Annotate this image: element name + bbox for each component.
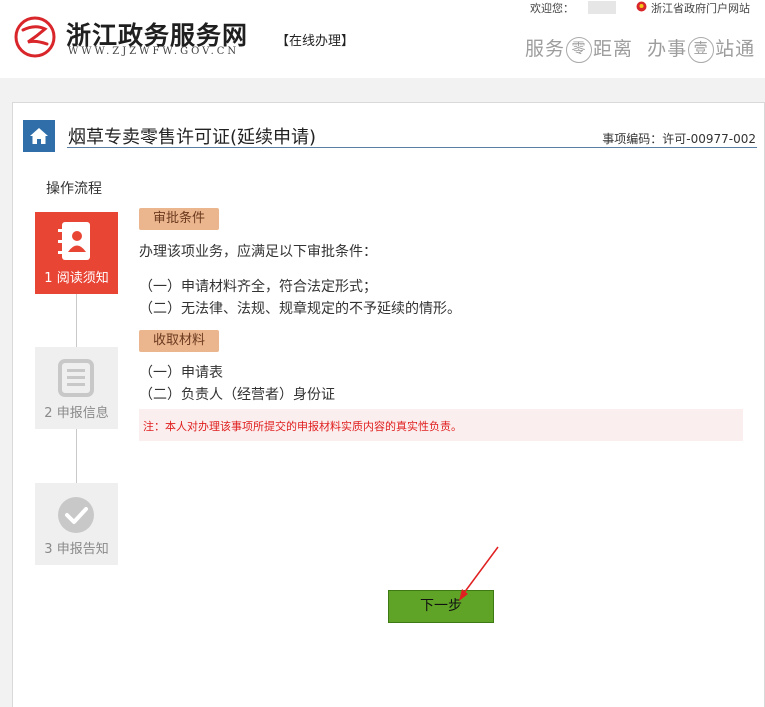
site-url: WWW.ZJZWFW.GOV.CN: [68, 46, 240, 57]
material-item: （一）申请表: [139, 365, 223, 381]
step-label: 3 申报告知: [44, 542, 109, 557]
title-divider: [67, 147, 757, 148]
materials-tag: 收取材料: [139, 330, 220, 352]
main-panel: 烟草专卖零售许可证(延续申请) 事项编码：许可-00977-002 操作流程 1…: [12, 102, 765, 707]
condition-item: （二）无法律、法规、规章规定的不予延续的情形。: [139, 301, 461, 317]
home-button[interactable]: [23, 120, 55, 152]
conditions-intro: 办理该项业务，应满足以下审批条件：: [139, 244, 377, 260]
flow-title: 操作流程: [46, 181, 102, 197]
check-circle-icon: [58, 497, 94, 533]
approval-conditions-tag: 审批条件: [139, 208, 220, 230]
step-connector: [76, 429, 77, 483]
material-item: （二）负责人（经营者）身份证: [139, 387, 335, 403]
item-code: 事项编码：许可-00977-002: [602, 132, 756, 146]
step-declare-notice[interactable]: 3 申报告知: [35, 483, 118, 565]
username-redacted: [588, 1, 616, 14]
contact-book-icon: [58, 222, 90, 260]
notice-text: 注：本人对办理该事项所提交的申报材料实质内容的真实性负责。: [143, 420, 462, 433]
condition-item: （一）申请材料齐全，符合法定形式；: [139, 279, 377, 295]
welcome-text: 欢迎您：: [530, 2, 574, 15]
step-connector: [76, 294, 77, 347]
section-tag: 【在线办理】: [276, 34, 355, 49]
slogan-circle1: 零: [566, 37, 593, 63]
site-header: 浙江政务服务网 WWW.ZJZWFW.GOV.CN 【在线办理】 欢迎您： 浙江…: [0, 0, 765, 78]
step-declare-info[interactable]: 2 申报信息: [35, 347, 118, 429]
step-read-notice[interactable]: 1 阅读须知: [35, 212, 118, 294]
slogan-part4: 站通: [715, 38, 756, 60]
home-icon: [30, 128, 48, 144]
form-list-icon: [58, 359, 94, 397]
slogan-part2: 距离: [593, 38, 634, 60]
slogan-circle2: 壹: [688, 37, 715, 63]
notice-box: 注：本人对办理该事项所提交的申报材料实质内容的真实性负责。: [139, 409, 743, 441]
site-logo-icon: [14, 16, 56, 58]
step-label: 2 申报信息: [44, 406, 109, 421]
slogan: 服务零距离 办事壹站通: [525, 34, 755, 63]
gov-portal-link-label: 浙江省政府门户网站: [651, 2, 750, 15]
step-label: 1 阅读须知: [44, 271, 109, 286]
gov-portal-link[interactable]: 浙江省政府门户网站: [636, 0, 750, 16]
slogan-part1: 服务: [525, 38, 566, 60]
pointer-arrow-icon: [459, 546, 499, 601]
slogan-part3: 办事: [647, 38, 688, 60]
page-title: 烟草专卖零售许可证(延续申请): [68, 127, 317, 148]
